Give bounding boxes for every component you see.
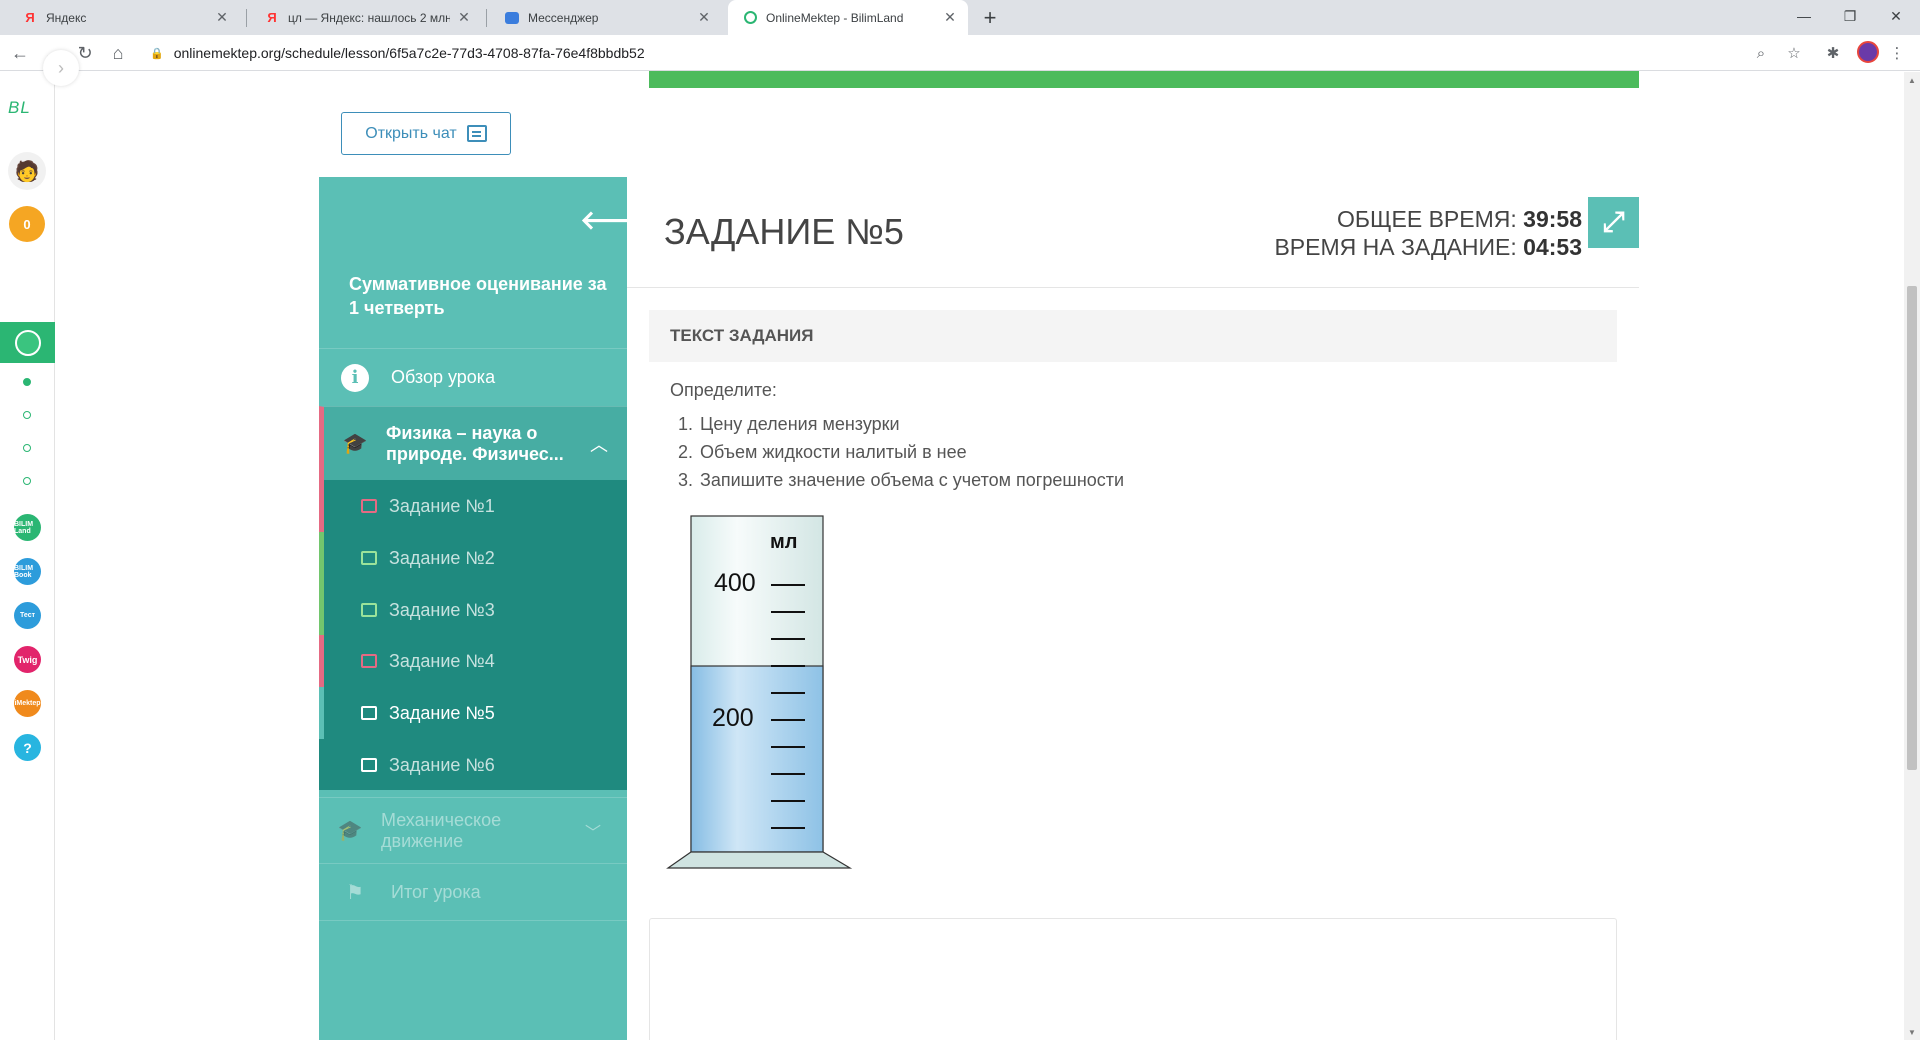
browser-tab-yandex[interactable]: Я Яндекс ✕ <box>8 0 240 35</box>
task-list: Задание №1 Задание №2 Задание №3 Задание… <box>319 480 627 790</box>
bilimland-logo[interactable]: BL <box>8 98 31 118</box>
onlinemektep-icon <box>14 329 41 356</box>
chevron-down-icon: ﹀ <box>585 824 602 842</box>
edit-icon <box>361 706 377 720</box>
edit-icon <box>361 654 377 668</box>
list-item: 2. Объем жидкости налитый в нее <box>678 442 967 462</box>
profile-avatar[interactable] <box>1857 41 1879 63</box>
test-app-icon[interactable]: Тест <box>14 602 41 629</box>
extensions-icon[interactable]: ✱ <box>1818 38 1848 68</box>
timer-panel: ОБЩЕЕ ВРЕМЯ: 39:58 ВРЕМЯ НА ЗАДАНИЕ: 04:… <box>1274 205 1582 261</box>
browser-tab-messenger[interactable]: Мессенджер ✕ <box>490 0 722 35</box>
graduation-cap-icon: 🎓 <box>337 820 363 842</box>
task-time-value: 04:53 <box>1523 234 1582 260</box>
browser-tab-strip: Я Яндекс ✕ Я цл — Яндекс: нашлось 2 млн … <box>0 0 1920 35</box>
bilimbook-app-icon[interactable]: BILIM Book <box>14 558 41 585</box>
sidebar-module-mechanics[interactable]: 🎓 Механическое движение ﹀ <box>319 797 627 863</box>
sidebar-task-4[interactable]: Задание №4 <box>319 635 627 687</box>
edit-icon <box>361 551 377 565</box>
zoom-icon[interactable]: ⌕ <box>1746 38 1776 68</box>
task-prompt: Определите: <box>670 380 777 400</box>
course-title: Суммативное оценивание за 1 четверть <box>349 274 607 318</box>
task-text-header: ТЕКСТ ЗАДАНИЯ <box>649 310 1617 362</box>
close-tab-icon[interactable]: ✕ <box>696 9 712 26</box>
cylinder-label-400: 400 <box>714 569 756 597</box>
sidebar-task-6[interactable]: Задание №6 <box>319 739 627 791</box>
close-tab-icon[interactable]: ✕ <box>214 9 230 26</box>
help-icon[interactable]: ? <box>14 734 41 761</box>
browser-tab-yandex-search[interactable]: Я цл — Яндекс: нашлось 2 млн ре ✕ <box>250 0 482 35</box>
sidebar-item-overview[interactable]: i Обзор урока <box>319 348 627 406</box>
cylinder-unit-label: мл <box>770 531 798 553</box>
edit-icon <box>361 603 377 617</box>
lock-icon: 🔒 <box>150 47 164 60</box>
browser-tab-bilimland[interactable]: OnlineMektep - BilimLand ✕ <box>728 0 968 35</box>
bilimland-icon <box>742 10 758 26</box>
open-chat-button[interactable]: Открыть чат <box>341 112 511 155</box>
scrollbar-thumb[interactable] <box>1907 286 1917 770</box>
rail-expand-chevron-icon[interactable]: › <box>43 50 79 86</box>
fullscreen-expand-icon[interactable]: ⤢ <box>1588 197 1639 248</box>
twig-app-icon[interactable]: Twig <box>14 646 41 673</box>
rail-dot[interactable] <box>23 411 31 419</box>
flag-icon: ⚑ <box>346 881 364 904</box>
coins-badge[interactable]: 0 <box>9 206 45 242</box>
browser-toolbar: ← → ↻ ⌂ 🔒 onlinemektep.org/schedule/less… <box>0 35 1920 71</box>
restore-icon[interactable]: ❐ <box>1828 0 1872 32</box>
yandex-icon: Я <box>25 10 35 25</box>
menu-kebab-icon[interactable]: ⋮ <box>1882 38 1912 68</box>
new-tab-icon[interactable]: + <box>976 4 1004 32</box>
chevron-up-icon: ︿ <box>590 434 608 455</box>
divider <box>627 287 1639 288</box>
back-icon[interactable]: ← <box>5 38 35 68</box>
close-window-icon[interactable]: ✕ <box>1874 0 1918 32</box>
yandex-icon: Я <box>267 10 277 25</box>
task-time-label: ВРЕМЯ НА ЗАДАНИЕ: <box>1274 234 1517 260</box>
task-items: 1. Цену деления мензурки 2. Объем жидкости… <box>678 412 1124 496</box>
user-avatar[interactable]: 🧑 <box>8 152 46 190</box>
sidebar-item-summary[interactable]: ⚑ Итог урока <box>319 863 627 921</box>
rail-dot[interactable] <box>23 378 31 386</box>
scroll-up-icon[interactable]: ▲ <box>1904 72 1920 88</box>
bilimland-app-icon[interactable]: BILIM Land <box>14 514 41 541</box>
info-icon: i <box>341 363 369 392</box>
sidebar-task-2[interactable]: Задание №2 <box>319 532 627 584</box>
edit-icon <box>361 758 377 772</box>
sidebar-task-3[interactable]: Задание №3 <box>319 584 627 636</box>
minimize-icon[interactable]: — <box>1782 0 1826 32</box>
answer-area[interactable] <box>649 918 1617 1040</box>
sidebar-task-1[interactable]: Задание №1 <box>319 480 627 532</box>
messenger-icon <box>504 10 520 26</box>
total-time-label: ОБЩЕЕ ВРЕМЯ: <box>1336 206 1517 232</box>
total-time-value: 39:58 <box>1523 206 1582 232</box>
close-tab-icon[interactable]: ✕ <box>456 9 472 26</box>
lesson-banner <box>649 71 1639 88</box>
task-heading: ЗАДАНИЕ №5 <box>664 211 904 252</box>
sidebar-task-5[interactable]: Задание №5 <box>319 687 627 739</box>
rail-dot[interactable] <box>23 444 31 452</box>
close-tab-icon[interactable]: ✕ <box>942 9 958 26</box>
graduation-cap-icon: 🎓 <box>342 433 368 455</box>
graduated-cylinder-image: мл 400 200 <box>666 515 853 869</box>
list-item: 1. Цену деления мензурки <box>678 414 900 434</box>
url-text: onlinemektep.org/schedule/lesson/6f5a7c2… <box>173 45 645 61</box>
list-item: 3. Запишите значение объема с учетом погр… <box>678 470 1125 490</box>
address-bar[interactable]: 🔒 onlinemektep.org/schedule/lesson/6f5a7… <box>138 39 1772 67</box>
sidebar-module-physics[interactable]: 🎓 Физика – наука о природе. Физичес... ︿ <box>319 406 627 480</box>
chat-icon <box>466 125 487 142</box>
bookmark-star-icon[interactable]: ☆ <box>1779 38 1809 68</box>
rail-dot[interactable] <box>23 477 31 485</box>
scroll-down-icon[interactable]: ▼ <box>1904 1024 1920 1040</box>
edit-icon <box>361 499 377 513</box>
home-icon[interactable]: ⌂ <box>103 38 133 68</box>
rail-item-onlinemektep[interactable] <box>0 322 55 363</box>
back-arrow-icon[interactable]: 🡐 <box>580 205 650 236</box>
left-rail: BL 🧑 0 BILIM Land BILIM Book Тест Twig i… <box>0 72 55 1040</box>
imektep-app-icon[interactable]: iMektep <box>14 690 41 717</box>
cylinder-label-200: 200 <box>712 704 754 732</box>
